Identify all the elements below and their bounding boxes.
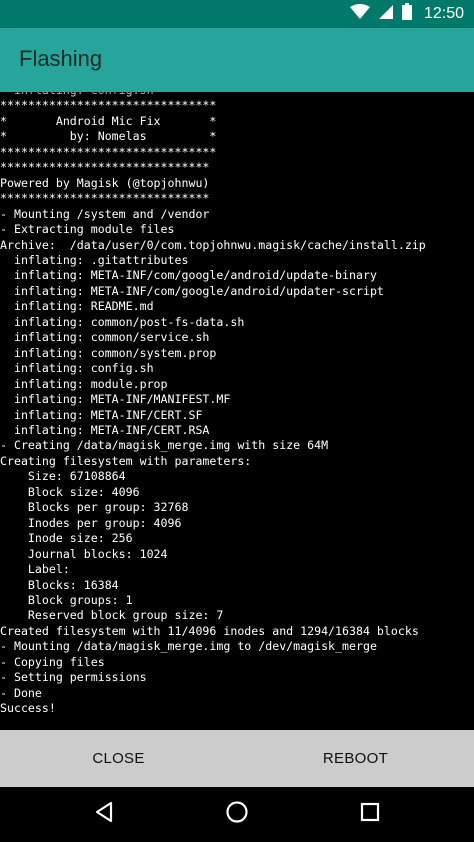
action-button-bar: CLOSE REBOOT bbox=[0, 730, 474, 787]
close-button[interactable]: CLOSE bbox=[0, 730, 237, 787]
back-button[interactable] bbox=[74, 787, 134, 842]
battery-icon bbox=[401, 3, 412, 25]
signal-icon bbox=[378, 4, 394, 25]
console-log-text: inflating: config.sh *******************… bbox=[0, 92, 426, 716]
recents-button[interactable] bbox=[340, 787, 400, 842]
home-icon bbox=[225, 800, 249, 829]
app-bar: Flashing bbox=[0, 28, 474, 92]
page-title: Flashing bbox=[19, 46, 103, 71]
wifi-icon bbox=[349, 3, 370, 25]
status-time: 12:50 bbox=[423, 5, 464, 22]
recents-icon bbox=[360, 802, 380, 827]
console-output[interactable]: inflating: config.sh *******************… bbox=[0, 92, 474, 730]
status-bar: 12:50 bbox=[0, 0, 474, 28]
back-icon bbox=[93, 801, 115, 828]
home-button[interactable] bbox=[207, 787, 267, 842]
reboot-button[interactable]: REBOOT bbox=[237, 730, 474, 787]
navigation-bar bbox=[0, 787, 474, 842]
status-icons: 12:50 bbox=[349, 0, 464, 28]
